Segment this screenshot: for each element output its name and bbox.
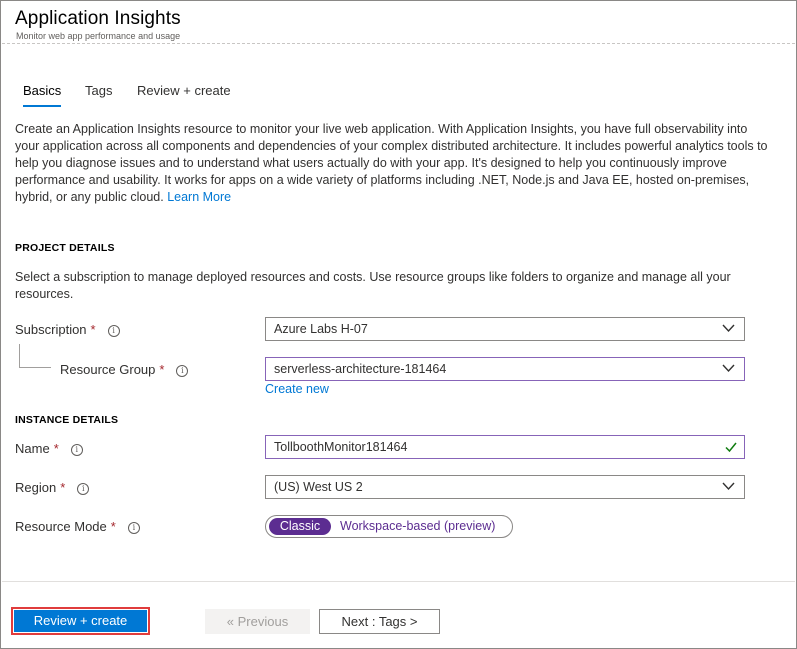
name-label-text: Name xyxy=(15,441,50,456)
name-value: TollboothMonitor181464 xyxy=(274,440,408,454)
info-icon[interactable]: i xyxy=(70,444,83,456)
resource-mode-label-text: Resource Mode xyxy=(15,519,107,534)
app-insights-create-blade: Application Insights Monitor web app per… xyxy=(0,0,797,649)
page-title: Application Insights xyxy=(15,8,181,29)
chevron-down-icon xyxy=(722,324,735,333)
intro-description: Create an Application Insights resource … xyxy=(15,121,775,206)
resource-group-value: serverless-architecture-181464 xyxy=(274,362,447,376)
previous-button[interactable]: « Previous xyxy=(205,609,310,634)
info-icon[interactable]: i xyxy=(77,483,90,495)
required-marker: * xyxy=(110,519,116,534)
subscription-label: Subscription * i xyxy=(15,322,120,337)
tab-basics[interactable]: Basics xyxy=(23,83,62,107)
subscription-dropdown[interactable]: Azure Labs H-07 xyxy=(265,317,745,341)
intro-text: Create an Application Insights resource … xyxy=(15,122,768,204)
required-marker: * xyxy=(90,322,96,337)
resource-group-dropdown[interactable]: serverless-architecture-181464 xyxy=(265,357,745,381)
chevron-down-icon xyxy=(722,364,735,373)
info-icon[interactable]: i xyxy=(127,522,140,534)
resource-mode-workspace-option[interactable]: Workspace-based (preview) xyxy=(340,518,495,535)
required-marker: * xyxy=(159,362,165,377)
checkmark-icon xyxy=(725,442,737,453)
tab-review-create[interactable]: Review + create xyxy=(137,83,231,98)
blade-header: Application Insights Monitor web app per… xyxy=(2,2,795,44)
region-dropdown[interactable]: (US) West US 2 xyxy=(265,475,745,499)
resource-group-label: Resource Group * i xyxy=(60,362,189,377)
info-icon[interactable]: i xyxy=(176,365,189,377)
chevron-down-icon xyxy=(722,482,735,491)
required-marker: * xyxy=(60,480,66,495)
info-icon[interactable]: i xyxy=(107,325,120,337)
instance-details-heading: INSTANCE DETAILS xyxy=(15,414,119,426)
tree-connector xyxy=(19,344,51,368)
footer-divider xyxy=(2,581,795,582)
name-input[interactable]: TollboothMonitor181464 xyxy=(265,435,745,459)
create-new-link[interactable]: Create new xyxy=(265,382,329,396)
review-create-highlight: Review + create xyxy=(11,607,150,635)
project-details-description: Select a subscription to manage deployed… xyxy=(15,270,731,301)
resource-mode-label: Resource Mode * i xyxy=(15,519,140,534)
region-label-text: Region xyxy=(15,480,57,495)
project-details-heading: PROJECT DETAILS xyxy=(15,242,115,254)
resource-mode-classic-option[interactable]: Classic xyxy=(269,518,331,535)
page-subtitle: Monitor web app performance and usage xyxy=(16,31,181,41)
required-marker: * xyxy=(53,441,59,456)
tab-tags[interactable]: Tags xyxy=(85,83,112,98)
subscription-value: Azure Labs H-07 xyxy=(274,322,368,336)
learn-more-link[interactable]: Learn More xyxy=(167,190,231,204)
region-value: (US) West US 2 xyxy=(274,480,363,494)
resource-mode-toggle: Classic Workspace-based (preview) xyxy=(265,515,513,538)
region-label: Region * i xyxy=(15,480,90,495)
next-tags-button[interactable]: Next : Tags > xyxy=(319,609,440,634)
resource-group-label-text: Resource Group xyxy=(60,362,156,377)
name-label: Name * i xyxy=(15,441,83,456)
subscription-label-text: Subscription xyxy=(15,322,87,337)
review-create-button[interactable]: Review + create xyxy=(14,610,147,632)
